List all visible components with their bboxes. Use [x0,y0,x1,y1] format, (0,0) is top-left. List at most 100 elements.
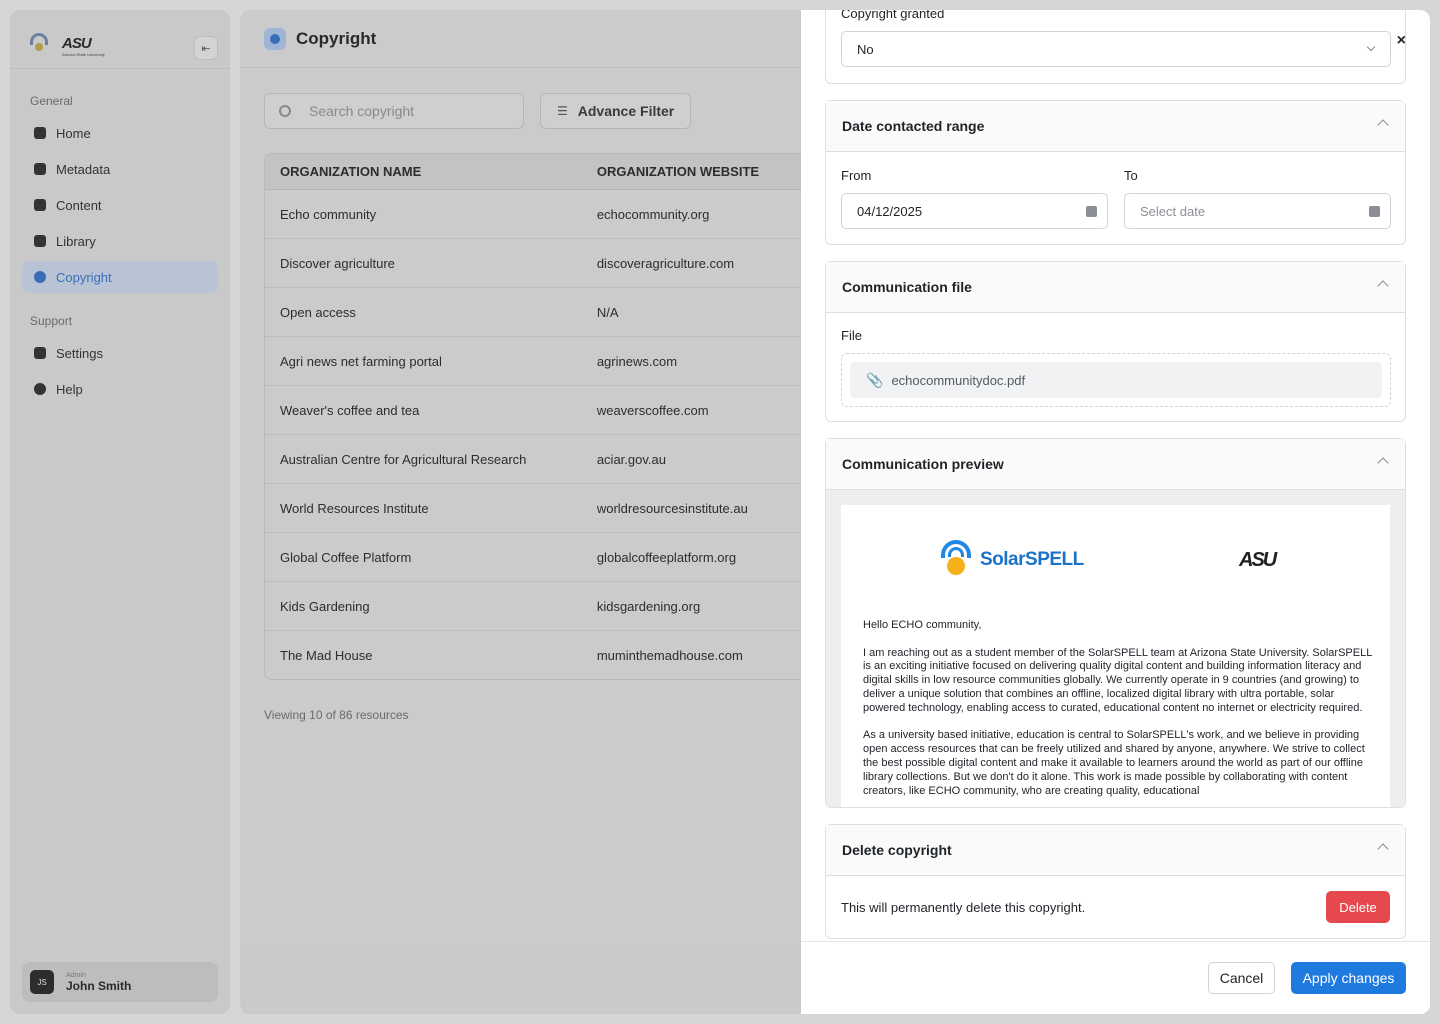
cell-organization-website: weaverscoffee.com [596,402,709,418]
solarspell-sun-icon [938,540,974,580]
sidebar-item-label: Copyright [56,269,112,285]
cell-organization-name: Echo community [280,206,377,222]
letter-body: Hello ECHO community, I am reaching out … [863,619,1373,807]
delete-button[interactable]: Delete [1326,891,1390,923]
calendar-icon[interactable] [1369,206,1380,217]
sidebar-item-metadata[interactable]: Metadata [22,153,218,185]
search-icon [279,105,291,117]
table-row[interactable]: Open access N/A [265,288,823,337]
apply-changes-button[interactable]: Apply changes [1291,962,1406,994]
sidebar-item-copyright[interactable]: Copyright [22,261,218,293]
section-label-support: Support [30,314,73,328]
table-row[interactable]: The Mad House muminthemadhouse.com [265,631,823,679]
sidebar-item-label: Metadata [56,161,111,177]
table-row[interactable]: Australian Centre for Agricultural Resea… [265,435,823,484]
drawer-scroll-area[interactable]: Ec Copyright granted No × Date contacted… [801,10,1430,941]
brand-logos: ASU Arizona State University ⇤ [28,26,218,66]
delete-copyright-title: Delete copyright [842,842,952,858]
asu-logo: ASU [1239,549,1277,571]
sidebar-item-label: Library [56,233,96,249]
date-range-header[interactable]: Date contacted range [826,101,1405,152]
cell-organization-website: N/A [596,304,619,320]
help-icon [34,383,46,395]
solarspell-logo-icon [28,33,50,59]
calendar-icon[interactable] [1086,206,1097,217]
solarspell-logo: SolarSPELL [938,540,1084,580]
table-row[interactable]: Agri news net farming portal agrinews.com [265,337,823,386]
table-row[interactable]: Kids Gardening kidsgardening.org [265,582,823,631]
communication-preview-card: Communication preview SolarSPELL ASU Hel… [825,438,1406,808]
close-icon[interactable]: × [1397,32,1406,50]
document-icon [34,199,46,211]
cell-organization-website: discoveragriculture.com [596,255,735,271]
to-date-input[interactable]: Select date [1124,193,1391,229]
cell-organization-website: aciar.gov.au [596,451,666,467]
table-row[interactable]: Weaver's coffee and tea weaverscoffee.com [265,386,823,435]
date-range-title: Date contacted range [842,118,985,134]
collapse-icon: ⇤ [201,42,211,55]
from-date-value: 04/12/2025 [857,203,923,219]
sidebar: ASU Arizona State University ⇤ General Ho… [10,10,230,1014]
cancel-button[interactable]: Cancel [1208,962,1275,994]
communication-preview-header[interactable]: Communication preview [826,439,1405,490]
from-date-input[interactable]: 04/12/2025 [841,193,1108,229]
edit-copyright-drawer: Ec Copyright granted No × Date contacted… [801,10,1430,1014]
cell-organization-website: agrinews.com [596,353,678,369]
avatar: JS [30,970,54,994]
copyright-icon [264,28,286,50]
section-label-general: General [30,94,73,108]
sidebar-item-content[interactable]: Content [22,189,218,221]
communication-file-header[interactable]: Communication file [826,262,1405,313]
advance-filter-button[interactable]: ☰ Advance Filter [540,93,691,129]
date-range-card: Date contacted range From 04/12/2025 To … [825,100,1406,245]
chevron-up-icon[interactable] [1377,843,1389,855]
preview-scroll-area[interactable]: SolarSPELL ASU Hello ECHO community, I a… [826,490,1405,807]
dot-pattern-decoration [240,944,800,1014]
table-row[interactable]: Echo community echocommunity.org [265,190,823,239]
table-row[interactable]: Global Coffee Platform globalcoffeeplatfo… [265,533,823,582]
copyright-table: ORGANIZATION NAME ORGANIZATION WEBSITE E… [264,153,824,680]
collapse-sidebar-button[interactable]: ⇤ [194,36,218,60]
home-icon [34,127,46,139]
search-input[interactable]: Search copyright [264,93,524,129]
copyright-granted-value: No [857,41,874,57]
user-card[interactable]: JS Admin John Smith [22,962,218,1002]
table-row[interactable]: World Resources Institute worldresourcesi… [265,484,823,533]
sidebar-item-help[interactable]: Help [22,373,218,405]
chevron-up-icon[interactable] [1377,457,1389,469]
page-title: Copyright [296,29,377,48]
attached-file[interactable]: 📎 echocommunitydoc.pdf [850,362,1382,398]
sidebar-item-home[interactable]: Home [22,117,218,149]
letter-document: SolarSPELL ASU Hello ECHO community, I a… [841,505,1390,807]
to-label: To [1124,168,1138,183]
column-header-organization-website[interactable]: ORGANIZATION WEBSITE [597,164,823,179]
cell-organization-website: echocommunity.org [596,206,710,222]
sidebar-item-label: Home [56,125,91,141]
sidebar-item-label: Help [56,381,83,397]
sidebar-item-library[interactable]: Library [22,225,218,257]
solarspell-wordmark: SolarSPELL [980,549,1084,570]
cell-organization-name: The Mad House [280,648,373,663]
sidebar-item-settings[interactable]: Settings [22,337,218,369]
gear-icon [34,347,46,359]
tag-icon [34,163,46,175]
cell-organization-name: Global Coffee Platform [280,549,412,565]
table-header: ORGANIZATION NAME ORGANIZATION WEBSITE [265,154,823,190]
copyright-granted-select[interactable]: No [841,31,1391,67]
delete-warning-text: This will permanently delete this copyri… [841,900,1086,915]
copyright-granted-label: Copyright granted [841,10,945,21]
chevron-up-icon[interactable] [1377,119,1389,131]
chevron-down-icon [1366,42,1376,52]
communication-preview-title: Communication preview [842,456,1004,472]
chevron-up-icon[interactable] [1377,280,1389,292]
file-dropzone[interactable]: 📎 echocommunitydoc.pdf [841,353,1391,407]
table-row[interactable]: Discover agriculture discoveragriculture.… [265,239,823,288]
user-name: John Smith [66,978,132,993]
sidebar-divider [10,68,230,69]
asu-logo: ASU Arizona State University [62,35,105,57]
delete-copyright-header[interactable]: Delete copyright [826,825,1405,876]
cell-organization-website: kidsgardening.org [596,598,701,614]
column-header-organization-name[interactable]: ORGANIZATION NAME [265,164,597,179]
file-label: File [841,328,862,343]
to-date-placeholder: Select date [1140,203,1206,219]
